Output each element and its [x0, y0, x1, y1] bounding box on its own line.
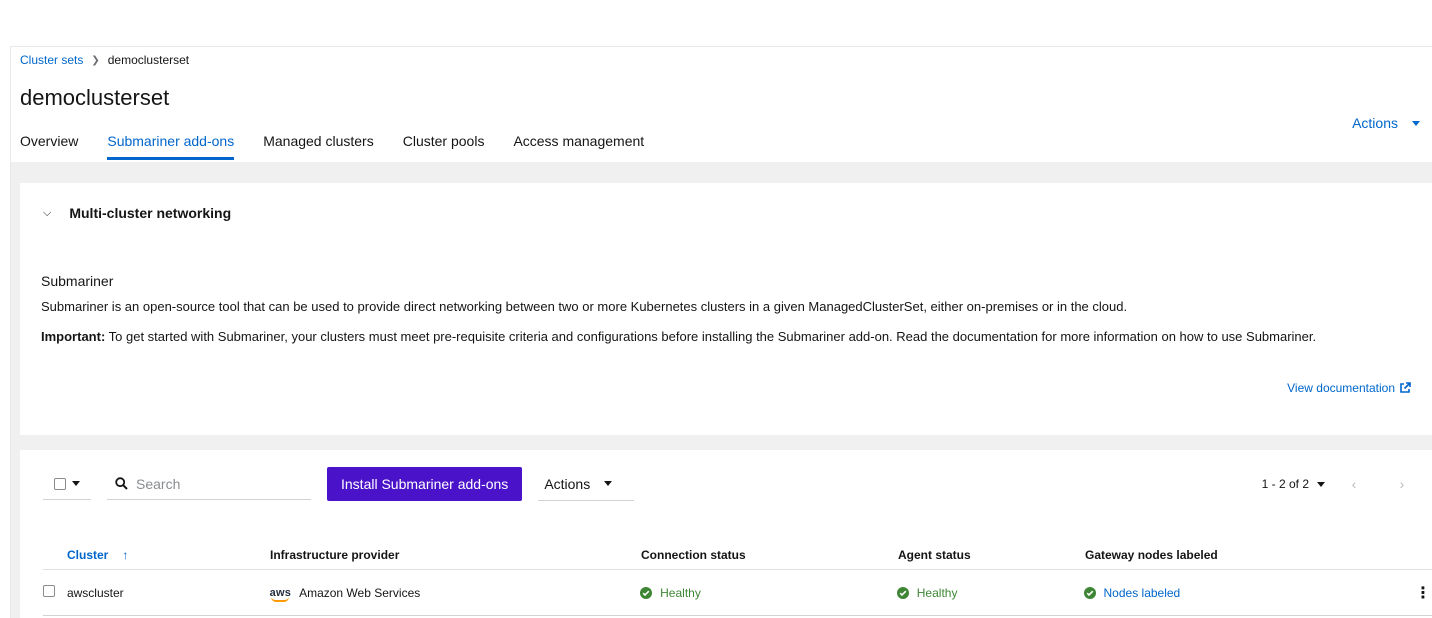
agent-status-link[interactable]: Healthy — [917, 586, 958, 600]
bulk-select-dropdown[interactable] — [43, 468, 91, 500]
caret-down-icon — [1317, 481, 1325, 487]
table-actions-dropdown[interactable]: Actions — [538, 467, 635, 501]
search-icon — [115, 477, 128, 490]
provider-name: Amazon Web Services — [299, 585, 421, 600]
table-header-row: Cluster ↑ Infrastructure provider Connec… — [43, 540, 1432, 570]
pagination-range: 1 - 2 of 2 — [1261, 477, 1309, 491]
tab-bar: Overview Submariner add-ons Managed clus… — [20, 133, 644, 160]
agent-status-cell: Healthy — [896, 586, 1084, 600]
submariner-description: Submariner is an open-source tool that c… — [41, 299, 1128, 314]
connection-status-cell: Healthy — [640, 586, 897, 600]
install-submariner-button[interactable]: Install Submariner add-ons — [327, 467, 523, 501]
gateway-status-cell: Nodes labeled — [1083, 586, 1414, 600]
caret-down-icon — [1412, 120, 1420, 126]
check-circle-icon — [1083, 586, 1096, 599]
header-actions-label: Actions — [1352, 115, 1398, 131]
tab-access-management[interactable]: Access management — [513, 133, 644, 160]
view-documentation-link[interactable]: View documentation — [1287, 381, 1411, 395]
breadcrumb-current: democlusterset — [107, 53, 190, 67]
gateway-column-header: Gateway nodes labeled — [1085, 547, 1218, 562]
tab-submariner-add-ons[interactable]: Submariner add-ons — [107, 133, 235, 160]
row-checkbox[interactable] — [43, 585, 55, 597]
header-actions-dropdown[interactable]: Actions — [1352, 115, 1420, 131]
next-page-icon[interactable]: › — [1383, 476, 1421, 492]
bulk-select-checkbox[interactable] — [54, 477, 66, 490]
table-toolbar: Install Submariner add-ons Actions 1 - 2… — [43, 466, 1421, 502]
search-box — [107, 468, 311, 500]
breadcrumb: Cluster sets ❯ democlusterset — [20, 53, 189, 67]
connection-column-header: Connection status — [641, 547, 746, 562]
submariner-title: Submariner — [41, 273, 114, 289]
tab-cluster-pools[interactable]: Cluster pools — [403, 133, 485, 160]
cluster-sort-button[interactable]: Cluster ↑ — [67, 548, 128, 562]
important-text: To get started with Submariner, your clu… — [105, 329, 1317, 344]
caret-down-icon — [604, 481, 613, 486]
table-actions-label: Actions — [544, 475, 591, 492]
sort-up-icon: ↑ — [122, 547, 129, 562]
caret-down-icon — [72, 481, 80, 486]
tab-managed-clusters[interactable]: Managed clusters — [263, 133, 374, 160]
important-note: Important: To get started with Submarine… — [41, 327, 1411, 347]
check-circle-icon — [640, 586, 653, 599]
chevron-down-icon: ⌵ — [43, 206, 52, 219]
important-label: Important: — [41, 329, 106, 344]
check-circle-icon — [896, 586, 909, 599]
search-input[interactable] — [136, 475, 296, 492]
external-link-icon — [1400, 382, 1411, 393]
page-title: democlusterset — [20, 85, 170, 110]
networking-card: ⌵ Multi-cluster networking Submariner Su… — [20, 183, 1432, 435]
agent-column-header: Agent status — [898, 547, 971, 562]
pagination-toggle[interactable]: 1 - 2 of 2 — [1262, 477, 1325, 491]
chevron-right-icon: ❯ — [91, 54, 100, 66]
networking-body: Submariner Submariner is an open-source … — [41, 271, 1411, 357]
cluster-column-header: Cluster ↑ — [43, 548, 270, 562]
clusters-table-card: Install Submariner add-ons Actions 1 - 2… — [20, 450, 1432, 618]
clusters-table: Cluster ↑ Infrastructure provider Connec… — [43, 540, 1432, 616]
previous-page-icon[interactable]: ‹ — [1335, 476, 1373, 492]
tab-overview[interactable]: Overview — [20, 133, 78, 160]
row-select-cell — [43, 585, 67, 600]
aws-logo-icon: aws — [269, 586, 292, 602]
kebab-menu-icon[interactable]: ⋮ — [1413, 583, 1432, 603]
cluster-name-cell: awscluster — [66, 585, 124, 600]
infra-provider-cell: aws Amazon Web Services — [269, 585, 640, 602]
networking-expander[interactable]: ⌵ Multi-cluster networking — [43, 205, 231, 221]
content-area: ⌵ Multi-cluster networking Submariner Su… — [11, 162, 1432, 618]
pagination: 1 - 2 of 2 ‹ › — [1262, 476, 1421, 492]
infra-column-header: Infrastructure provider — [270, 547, 400, 562]
connection-status-link[interactable]: Healthy — [660, 586, 701, 600]
gateway-status-link[interactable]: Nodes labeled — [1104, 586, 1181, 600]
networking-header: Multi-cluster networking — [69, 205, 232, 221]
table-row: awscluster aws Amazon Web Services Healt… — [43, 570, 1432, 616]
app-frame: Cluster sets ❯ democlusterset democluste… — [10, 46, 1432, 618]
view-documentation-label: View documentation — [1287, 381, 1395, 395]
breadcrumb-cluster-sets-link[interactable]: Cluster sets — [20, 53, 83, 67]
cluster-header-label: Cluster — [67, 547, 109, 562]
